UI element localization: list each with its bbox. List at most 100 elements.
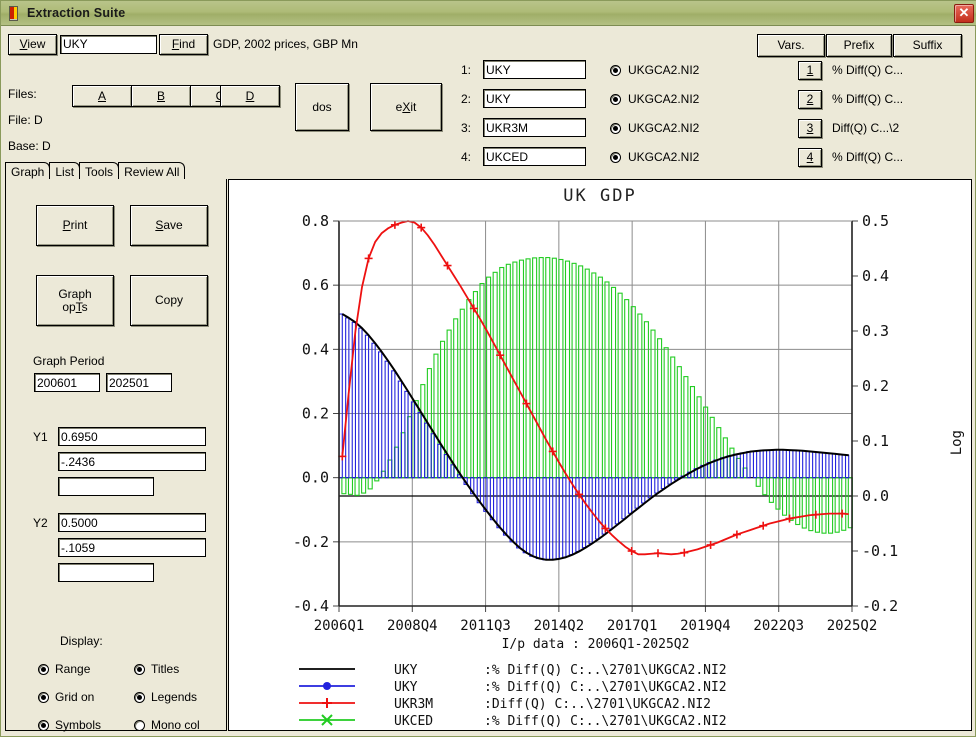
save-button[interactable]: Save <box>130 205 208 246</box>
option-symbols[interactable]: Symbols <box>38 718 101 732</box>
range-radio-icon[interactable] <box>38 663 49 675</box>
y-axis-right-tick: 0.0 <box>862 487 889 505</box>
graph-period-from-input[interactable]: 200601 <box>34 373 100 392</box>
option-legends[interactable]: Legends <box>134 690 197 704</box>
chart-subtitle: I/p data : 2006Q1-2025Q2 <box>502 637 690 652</box>
x-axis-tick: 2011Q3 <box>460 618 511 634</box>
tab-list[interactable]: List <box>49 162 81 180</box>
option-legends-label: Legends <box>151 690 198 704</box>
series-description: GDP, 2002 prices, GBP Mn <box>213 37 358 51</box>
y-axis-right-tick: -0.1 <box>862 542 898 560</box>
copy-button[interactable]: Copy <box>130 275 208 326</box>
x-axis-tick: 2017Q1 <box>607 618 658 634</box>
current-file-label: File: D <box>8 113 43 127</box>
legend-series-detail: :Diff(Q) C:..\2701\UKGCA2.NI2 <box>484 697 711 712</box>
slot-1-index-button[interactable]: 1 <box>798 61 822 80</box>
slot-1-index-label: 1 <box>806 63 814 78</box>
mono-col-radio-icon[interactable] <box>134 719 145 731</box>
slot-4-code-input[interactable]: UKCED <box>483 147 586 166</box>
view-button[interactable]: View <box>8 33 57 55</box>
slot-3-number: 3: <box>461 121 472 135</box>
slot-2-index-label: 2 <box>806 92 814 107</box>
y1-min-input[interactable]: -.2436 <box>58 452 206 471</box>
slot-1-number: 1: <box>461 63 472 77</box>
graph-period-to-input[interactable]: 202501 <box>106 373 172 392</box>
display-label: Display: <box>60 634 103 648</box>
y1-max-input[interactable]: 0.6950 <box>58 427 206 446</box>
window-title: Extraction Suite <box>27 6 126 20</box>
y-axis-right-tick: 0.2 <box>862 377 889 395</box>
titles-radio-icon[interactable] <box>134 663 145 675</box>
vars-button[interactable]: Vars. <box>757 34 825 57</box>
slot-4-file: UKGCA2.NI2 <box>628 150 700 164</box>
title-bar: Extraction Suite ✕ <box>1 1 976 26</box>
legend-series-code: UKY <box>394 680 418 695</box>
slot-3-radio[interactable] <box>610 123 621 134</box>
suffix-button[interactable]: Suffix <box>893 34 962 57</box>
slot-2-radio[interactable] <box>610 94 621 105</box>
grid-on-radio-icon[interactable] <box>38 691 49 703</box>
print-button[interactable]: Print <box>36 205 114 246</box>
find-button[interactable]: Find <box>159 33 208 55</box>
file-button-b-label: B <box>156 88 165 103</box>
tab-graph[interactable]: Graph <box>5 162 51 180</box>
save-label-rest: ave <box>163 218 183 233</box>
slot-1-transform: % Diff(Q) C... <box>832 63 904 77</box>
y2-step-input[interactable] <box>58 563 154 582</box>
graph-controls-panel: Print Save Graph opTs Copy Graph Period … <box>5 179 227 732</box>
view-button-label-rest: iew <box>27 36 46 51</box>
close-icon[interactable]: ✕ <box>954 4 974 23</box>
option-mono-col[interactable]: Mono col <box>134 718 200 732</box>
legend-series-code: UKCED <box>394 714 433 729</box>
slot-3-code-input[interactable]: UKR3M <box>483 118 586 137</box>
slot-4-number: 4: <box>461 150 472 164</box>
graph-options-button[interactable]: Graph opTs <box>36 275 114 326</box>
series-bars-ukced <box>341 257 853 534</box>
file-button-a[interactable]: A <box>72 85 132 107</box>
option-grid-on-label: Grid on <box>55 690 95 704</box>
slot-2-code-input[interactable]: UKY <box>483 89 586 108</box>
slot-1-radio[interactable] <box>610 65 621 76</box>
slot-4-index-button[interactable]: 4 <box>798 148 822 167</box>
graph-pane: UK GDP Log 0.8 0.6 0.4 0.2 0.0 -0.2 -0.4 0.5 0.4… <box>228 179 972 731</box>
slot-4-index-label: 4 <box>806 150 814 165</box>
tab-strip: Graph List Tools Review All <box>5 161 186 180</box>
exit-button[interactable]: eXit <box>370 83 442 131</box>
file-button-d[interactable]: D <box>220 85 280 107</box>
tab-tools[interactable]: Tools <box>79 162 120 180</box>
slot-3-index-button[interactable]: 3 <box>798 119 822 138</box>
legend-series-code: UKR3M <box>394 697 433 712</box>
slot-4-radio[interactable] <box>610 152 621 163</box>
file-button-b[interactable]: B <box>131 85 191 107</box>
option-range[interactable]: Range <box>38 662 90 676</box>
legend-series-detail: :% Diff(Q) C:..\2701\UKGCA2.NI2 <box>484 714 727 729</box>
slot-3-index-label: 3 <box>806 121 814 136</box>
chart-canvas: 0.8 0.6 0.4 0.2 0.0 -0.2 -0.4 0.5 0.4 0.3 0.2 0.1 0.… <box>293 212 898 729</box>
slot-2-index-button[interactable]: 2 <box>798 90 822 109</box>
x-axis-tick: 2025Q2 <box>827 618 878 634</box>
view-find-row: View UKY Find GDP, 2002 prices, GBP Mn <box>8 33 358 55</box>
file-button-d-label: D <box>245 88 255 103</box>
x-axis-tick: 2019Q4 <box>680 618 731 634</box>
legend-series-code: UKY <box>394 663 418 678</box>
slot-1-code-input[interactable]: UKY <box>483 60 586 79</box>
base-file-label: Base: D <box>8 139 51 153</box>
find-input[interactable]: UKY <box>60 34 157 54</box>
y2-min-input[interactable]: -.1059 <box>58 538 206 557</box>
tab-review-all[interactable]: Review All <box>118 162 186 180</box>
dos-button[interactable]: dos <box>295 83 349 131</box>
y-axis-right-tick: 0.5 <box>862 212 889 230</box>
slot-3-transform: Diff(Q) C...\2 <box>832 121 900 135</box>
option-grid-on[interactable]: Grid on <box>38 690 94 704</box>
y1-step-input[interactable] <box>58 477 154 496</box>
x-axis-tick: 2008Q4 <box>387 618 438 634</box>
option-titles[interactable]: Titles <box>134 662 179 676</box>
y-axis-right-tick: -0.2 <box>862 597 898 615</box>
legends-radio-icon[interactable] <box>134 691 145 703</box>
y2-max-input[interactable]: 0.5000 <box>58 513 206 532</box>
app-icon <box>8 5 21 21</box>
prefix-button[interactable]: Prefix <box>826 34 892 57</box>
symbols-radio-icon[interactable] <box>38 719 49 731</box>
legend-series-detail: :% Diff(Q) C:..\2701\UKGCA2.NI2 <box>484 680 727 695</box>
print-accel: P <box>62 218 71 233</box>
